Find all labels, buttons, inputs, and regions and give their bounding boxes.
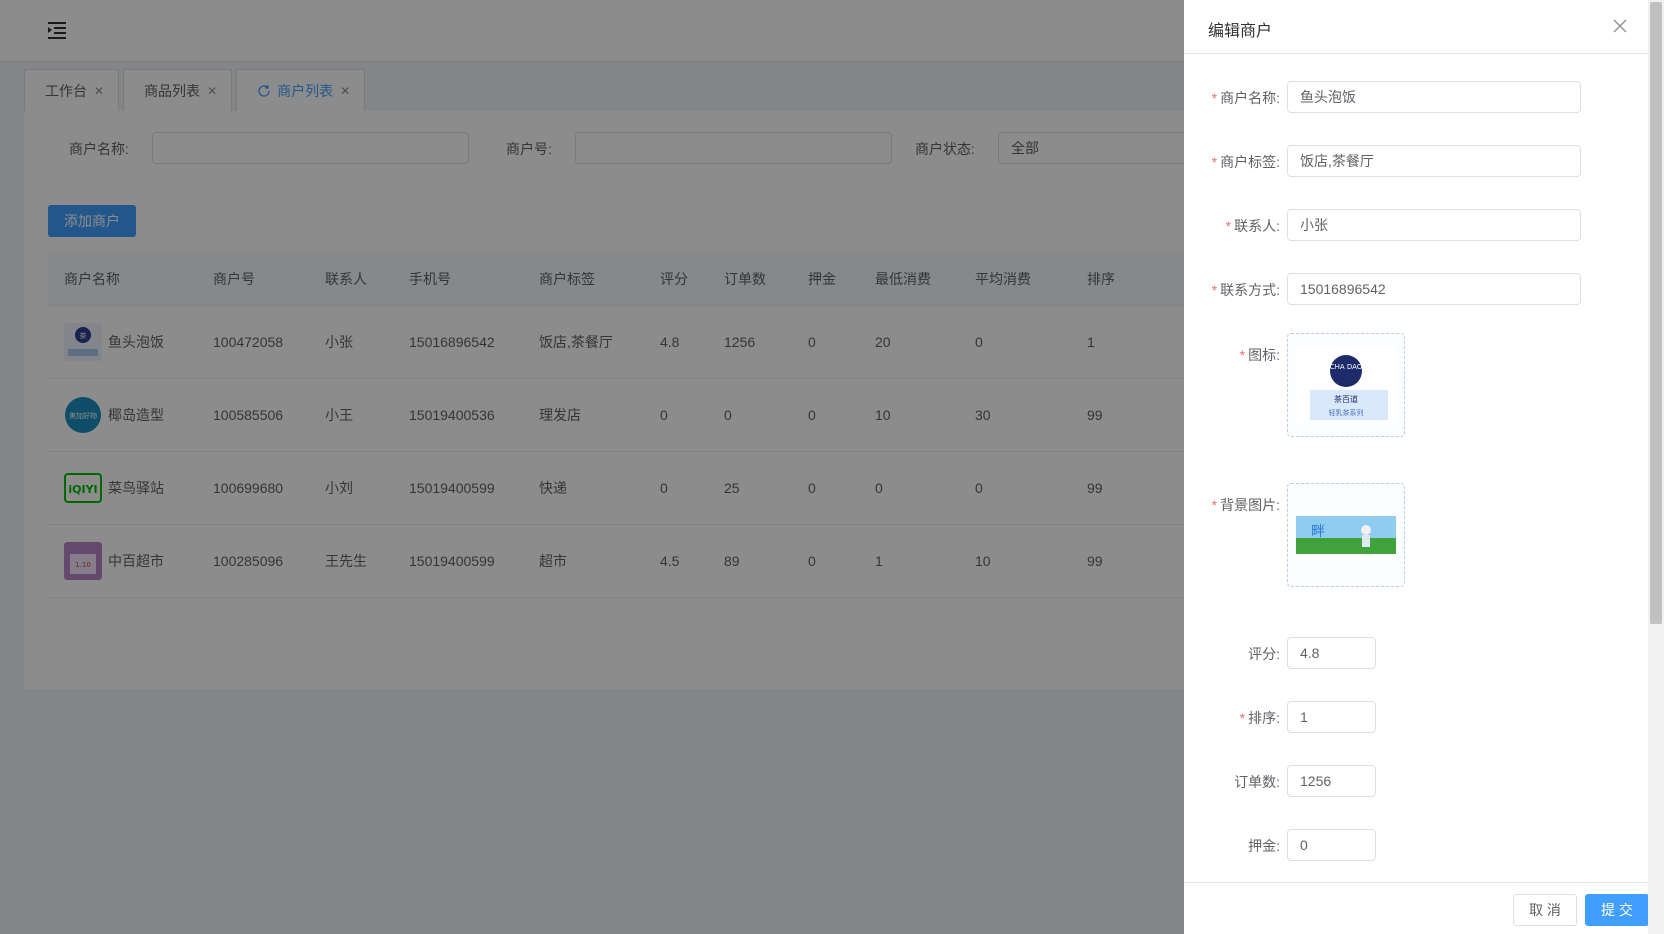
required-mark: * (1239, 710, 1246, 726)
icon-uploader[interactable]: CHA DAO 茶百道 轻乳茶系列 (1287, 333, 1405, 437)
deposit-field[interactable] (1287, 829, 1376, 861)
required-mark: * (1211, 282, 1218, 298)
orders-field-label: 订单数: (1234, 774, 1280, 790)
icon-field-label: * 图标: (1239, 347, 1280, 363)
edit-merchant-drawer: 编辑商户 *商户名称: *商户标签: *联系人: *联系方式: *图标: CHA… (1184, 0, 1664, 934)
phone-field-label: * 联系方式: (1211, 282, 1280, 298)
required-mark: * (1225, 218, 1232, 234)
merchant-tags-field[interactable] (1287, 145, 1581, 177)
required-mark: * (1239, 347, 1246, 363)
sort-field-label: * 排序: (1239, 710, 1280, 726)
drawer-scrollbar[interactable] (1648, 0, 1664, 934)
background-field-label: * 背景图片: (1211, 497, 1280, 513)
drawer-title: 编辑商户 (1208, 23, 1273, 40)
icon-caption-bottom: 茶百道 (1334, 394, 1358, 404)
close-icon[interactable] (1610, 16, 1630, 36)
background-preview-image: 畔 (1296, 516, 1396, 554)
orders-field[interactable] (1287, 765, 1376, 797)
sort-field[interactable] (1287, 701, 1376, 733)
contact-field-label: * 联系人: (1225, 218, 1280, 234)
rating-field[interactable] (1287, 637, 1376, 669)
merchant-name-field[interactable] (1287, 81, 1581, 113)
required-mark: * (1211, 497, 1218, 513)
cancel-button[interactable]: 取 消 (1513, 894, 1577, 926)
merchant-tags-field-label: * 商户标签: (1211, 154, 1280, 170)
submit-button[interactable]: 提 交 (1585, 894, 1649, 926)
background-uploader[interactable]: 畔 (1287, 483, 1405, 587)
background-caption: 畔 (1311, 524, 1325, 540)
icon-caption-sub: 轻乳茶系列 (1329, 408, 1364, 417)
deposit-field-label: 押金: (1248, 838, 1280, 854)
phone-field[interactable] (1287, 273, 1581, 305)
drawer-header: 编辑商户 (1184, 0, 1648, 54)
drawer-footer: 取 消 提 交 (1184, 882, 1649, 934)
scrollbar-thumb[interactable] (1650, 2, 1662, 624)
icon-caption-top: CHA DAO (1330, 363, 1363, 371)
required-mark: * (1211, 90, 1218, 106)
required-mark: * (1211, 154, 1218, 170)
icon-preview-image: CHA DAO 茶百道 轻乳茶系列 (1296, 346, 1396, 424)
rating-field-label: 评分: (1248, 646, 1280, 662)
merchant-name-field-label: * 商户名称: (1211, 90, 1280, 106)
contact-field[interactable] (1287, 209, 1581, 241)
